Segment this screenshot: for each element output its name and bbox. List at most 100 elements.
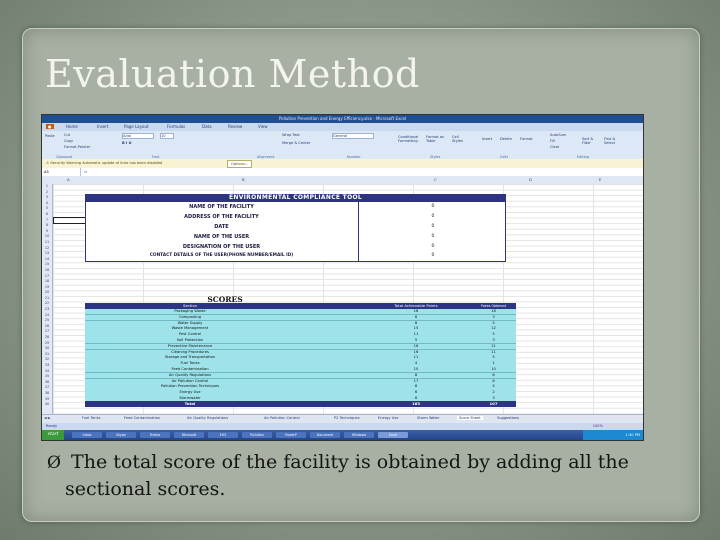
sheet-nav-arrows[interactable]: ◄ ► bbox=[44, 416, 51, 420]
scores-total-row[interactable]: Total 165 107 bbox=[85, 401, 516, 407]
sheet-tab[interactable]: Air Pollution Control bbox=[264, 416, 300, 420]
score-section: Cleaning Procedures bbox=[171, 349, 209, 354]
tab-page-layout[interactable]: Page Layout bbox=[124, 124, 149, 129]
format-cells-button[interactable]: Format bbox=[520, 137, 533, 141]
taskbar-item[interactable]: Inbox bbox=[72, 432, 102, 438]
score-points-obtained: 5 bbox=[492, 320, 495, 325]
score-points-obtained: 5 bbox=[492, 355, 495, 360]
score-total-points: 11 bbox=[413, 332, 419, 337]
compliance-row-label: DATE bbox=[214, 224, 229, 230]
sort-filter-button[interactable]: Sort & Filter bbox=[582, 137, 598, 145]
compliance-row-value[interactable]: 0 bbox=[358, 222, 507, 232]
tab-review[interactable]: Review bbox=[228, 124, 242, 129]
options-button[interactable]: Options... bbox=[227, 160, 253, 168]
sheet-tab[interactable]: Suggestions bbox=[497, 416, 519, 420]
office-button[interactable]: ● bbox=[46, 124, 54, 129]
cell-styles-button[interactable]: Cell Styles bbox=[452, 135, 466, 143]
column-header-e[interactable]: E bbox=[599, 177, 601, 182]
excel-title-bar: Pollution Prevention and Energy Efficien… bbox=[42, 115, 643, 123]
security-warning-text: Security Warning Automatic update of lin… bbox=[50, 161, 163, 165]
compliance-row-value[interactable]: 0 bbox=[358, 251, 507, 261]
compliance-row[interactable]: ADDRESS OF THE FACILITY 0 bbox=[85, 212, 506, 222]
font-size-select[interactable]: 10 bbox=[160, 133, 174, 139]
score-section: Fuel Tanks bbox=[180, 361, 200, 366]
cut-button[interactable]: Cut bbox=[64, 133, 70, 137]
sheet-tab[interactable]: Feed Contamination bbox=[124, 416, 160, 420]
formula-input[interactable] bbox=[94, 169, 634, 174]
sheet-tab[interactable]: Storm Water bbox=[417, 416, 440, 420]
taskbar-item[interactable]: Skype bbox=[106, 432, 136, 438]
score-points-obtained: 3 bbox=[492, 338, 495, 342]
start-button[interactable]: start bbox=[42, 430, 64, 440]
taskbar-item[interactable]: PowerP bbox=[276, 432, 306, 438]
compliance-row-value[interactable]: 0 bbox=[358, 232, 507, 242]
clear-button[interactable]: Clear bbox=[550, 145, 559, 149]
score-points-obtained: 8 bbox=[492, 378, 495, 383]
taskbar-item[interactable]: EHS bbox=[208, 432, 238, 438]
score-points-obtained: 18 bbox=[491, 309, 496, 313]
format-painter-button[interactable]: Format Painter bbox=[64, 145, 90, 149]
score-points-obtained: 4 bbox=[492, 384, 495, 389]
tab-insert[interactable]: Insert bbox=[97, 124, 108, 129]
taskbar-item[interactable]: Microsoft bbox=[174, 432, 204, 438]
insert-cells-button[interactable]: Insert bbox=[482, 137, 492, 141]
compliance-row[interactable]: NAME OF THE USER 0 bbox=[85, 232, 506, 242]
row-header[interactable]: 40 bbox=[42, 402, 52, 408]
tab-home[interactable]: Home bbox=[66, 124, 78, 129]
copy-button[interactable]: Copy bbox=[64, 139, 73, 143]
sheet-tab[interactable]: Energy Use bbox=[378, 416, 398, 420]
taskbar-item[interactable]: Pollution bbox=[242, 432, 272, 438]
compliance-tool-table: ENVIRONMENTAL COMPLIANCE TOOL NAME OF TH… bbox=[85, 194, 506, 262]
sheet-tab[interactable]: P2 Techniques bbox=[334, 416, 360, 420]
zoom-level[interactable]: 100% bbox=[593, 423, 603, 430]
conditional-formatting-button[interactable]: Conditional Formatting bbox=[398, 135, 422, 143]
excel-screenshot: Pollution Prevention and Energy Efficien… bbox=[41, 114, 644, 441]
scores-total-obtained: 107 bbox=[489, 401, 498, 406]
score-section: Storage and Transportation bbox=[164, 355, 216, 360]
system-tray-clock: 1:30 PM bbox=[583, 430, 643, 440]
wrap-text-button[interactable]: Wrap Text bbox=[282, 133, 300, 137]
score-section: Preventive Maintenance bbox=[167, 343, 213, 348]
score-section: Pest Control bbox=[178, 332, 202, 337]
number-format-select[interactable]: General bbox=[332, 133, 374, 139]
format-as-table-button[interactable]: Format as Table bbox=[426, 135, 448, 143]
score-points-obtained: 3 bbox=[492, 314, 495, 319]
merge-center-button[interactable]: Merge & Center bbox=[282, 141, 310, 145]
column-header-c[interactable]: C bbox=[434, 177, 437, 182]
column-header-a[interactable]: A bbox=[67, 177, 70, 182]
compliance-row[interactable]: CONTACT DETAILS OF THE USER(PHONE NUMBER… bbox=[85, 251, 506, 262]
delete-cells-button[interactable]: Delete bbox=[500, 137, 512, 141]
score-total-points: 8 bbox=[414, 384, 418, 389]
score-section: Water Supply bbox=[177, 320, 203, 325]
score-total-points: 10 bbox=[413, 367, 419, 371]
taskbar-item[interactable]: Firefox bbox=[140, 432, 170, 438]
bold-button[interactable]: B I U bbox=[122, 141, 132, 145]
compliance-row-label: NAME OF THE USER bbox=[193, 234, 250, 240]
font-name-select[interactable]: Arial bbox=[122, 133, 154, 139]
shield-icon: ⚠ bbox=[46, 161, 50, 165]
autosum-button[interactable]: AutoSum bbox=[550, 133, 566, 137]
find-select-button[interactable]: Find & Select bbox=[604, 137, 620, 145]
sheet-tab-active[interactable]: Score Sheet bbox=[457, 416, 483, 420]
compliance-row-value[interactable]: 0 bbox=[358, 202, 507, 212]
compliance-row[interactable]: NAME OF THE FACILITY 0 bbox=[85, 202, 506, 212]
column-header-d[interactable]: D bbox=[529, 177, 532, 182]
tab-data[interactable]: Data bbox=[202, 124, 212, 129]
bullet-arrow-icon: Ø bbox=[47, 453, 61, 473]
tab-view[interactable]: View bbox=[258, 124, 268, 129]
taskbar-item[interactable]: Document bbox=[310, 432, 340, 438]
sheet-tab[interactable]: Air Quality Regulations bbox=[187, 416, 228, 420]
scores-total-achievable: 165 bbox=[411, 401, 421, 406]
taskbar-item[interactable]: Windows bbox=[344, 432, 374, 438]
name-box[interactable]: A5 bbox=[44, 168, 81, 176]
sheet-tab[interactable]: Fuel Tanks bbox=[82, 416, 101, 420]
compliance-row-value[interactable]: 0 bbox=[358, 212, 507, 222]
paste-button[interactable]: Paste bbox=[45, 134, 55, 138]
ribbon: Paste Cut Copy Format Painter Arial 10 B… bbox=[42, 131, 643, 160]
tab-formulas[interactable]: Formulas bbox=[167, 124, 185, 129]
taskbar-item-active[interactable]: Excel bbox=[378, 432, 408, 438]
column-header-b[interactable]: B bbox=[242, 177, 245, 182]
fill-button[interactable]: Fill bbox=[550, 139, 555, 143]
compliance-row[interactable]: DATE 0 bbox=[85, 222, 506, 232]
active-cell[interactable] bbox=[53, 217, 87, 224]
